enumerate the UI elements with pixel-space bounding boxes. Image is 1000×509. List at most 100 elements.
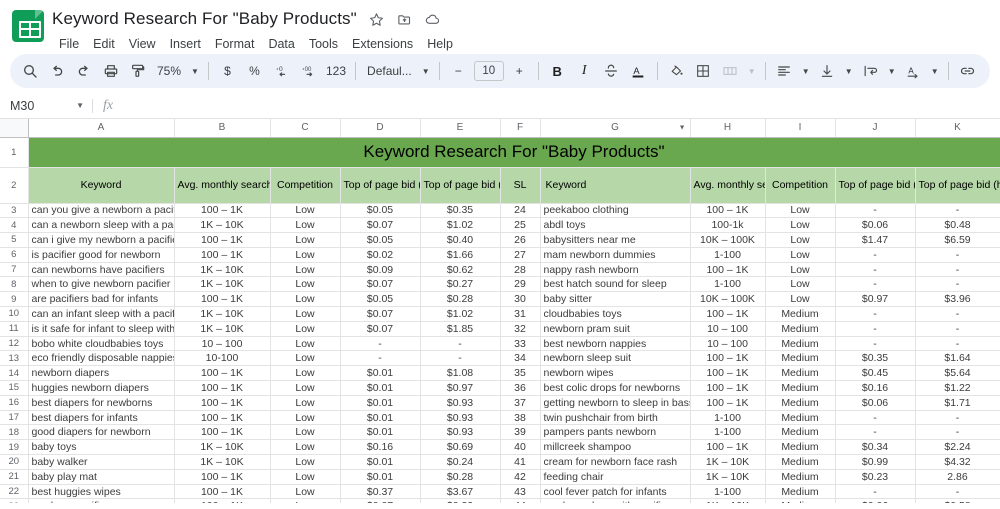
- cell-bid-low-right[interactable]: -: [835, 307, 915, 322]
- cell-bid-high-left[interactable]: $1.66: [420, 247, 500, 262]
- cell-sl[interactable]: 24: [500, 203, 540, 218]
- cell-bid-low-right[interactable]: $0.06: [835, 499, 915, 503]
- cell-bid-low-left[interactable]: $0.07: [340, 307, 420, 322]
- valign-chevron-down-icon[interactable]: ▼: [841, 58, 857, 85]
- column-header-a[interactable]: A: [28, 119, 174, 137]
- cell-bid-high-left[interactable]: $0.27: [420, 277, 500, 292]
- header-bid-low-left[interactable]: Top of page bid (low range): [340, 167, 420, 203]
- table-row[interactable]: 7can newborns have pacifiers1K – 10KLow$…: [0, 262, 1000, 277]
- cell-keyword-left[interactable]: baby play mat: [28, 469, 174, 484]
- cell-avg-searches-left[interactable]: 10-100: [174, 351, 270, 366]
- cell-bid-low-right[interactable]: $0.35: [835, 351, 915, 366]
- header-keyword-left[interactable]: Keyword: [28, 167, 174, 203]
- cell-competition-right[interactable]: Medium: [765, 351, 835, 366]
- cell-avg-searches-left[interactable]: 100 – 1K: [174, 469, 270, 484]
- row-header-18[interactable]: 18: [0, 425, 28, 440]
- table-row[interactable]: 3can you give a newborn a pacifier100 – …: [0, 203, 1000, 218]
- cell-bid-low-left[interactable]: $0.01: [340, 381, 420, 396]
- header-competition-left[interactable]: Competition: [270, 167, 340, 203]
- header-avg-searches-right[interactable]: Avg. monthly searches: [690, 167, 765, 203]
- row-header-17[interactable]: 17: [0, 410, 28, 425]
- cell-competition-left[interactable]: Low: [270, 455, 340, 470]
- percent-format-button[interactable]: %: [241, 58, 268, 85]
- cell-avg-searches-left[interactable]: 100 – 1K: [174, 247, 270, 262]
- cell-bid-low-right[interactable]: -: [835, 262, 915, 277]
- row-header-7[interactable]: 7: [0, 262, 28, 277]
- row-header-21[interactable]: 21: [0, 469, 28, 484]
- cell-competition-left[interactable]: Low: [270, 307, 340, 322]
- spreadsheet-grid[interactable]: A B C D E F G▼ H I J K 1 Keyword Researc…: [0, 119, 1000, 503]
- cell-sl[interactable]: 39: [500, 425, 540, 440]
- cell-sl[interactable]: 29: [500, 277, 540, 292]
- cell-keyword-left[interactable]: can newborns have pacifiers: [28, 262, 174, 277]
- table-row[interactable]: 9are pacifiers bad for infants100 – 1KLo…: [0, 292, 1000, 307]
- row-header-9[interactable]: 9: [0, 292, 28, 307]
- cell-avg-searches-right[interactable]: 100 – 1K: [690, 203, 765, 218]
- table-row[interactable]: 18good diapers for newborn100 – 1KLow$0.…: [0, 425, 1000, 440]
- zoom-chevron-down-icon[interactable]: ▼: [187, 58, 203, 85]
- rotation-chevron-down-icon[interactable]: ▼: [927, 58, 943, 85]
- cell-avg-searches-right[interactable]: 100 – 1K: [690, 381, 765, 396]
- cell-competition-left[interactable]: Low: [270, 321, 340, 336]
- row-header-6[interactable]: 6: [0, 247, 28, 262]
- row-header-3[interactable]: 3: [0, 203, 28, 218]
- cell-keyword-right[interactable]: abdl toys: [540, 218, 690, 233]
- cell-avg-searches-right[interactable]: 1K – 10K: [690, 455, 765, 470]
- row-header-10[interactable]: 10: [0, 307, 28, 322]
- menu-tools[interactable]: Tools: [302, 35, 345, 53]
- font-chevron-down-icon[interactable]: ▼: [418, 58, 434, 85]
- menu-extensions[interactable]: Extensions: [345, 35, 420, 53]
- cell-bid-high-right[interactable]: 2.86: [915, 469, 1000, 484]
- cell-bid-high-left[interactable]: -: [420, 351, 500, 366]
- cell-avg-searches-right[interactable]: 1K – 10K: [690, 499, 765, 503]
- cell-bid-low-right[interactable]: -: [835, 410, 915, 425]
- cell-sl[interactable]: 36: [500, 381, 540, 396]
- cell-keyword-right[interactable]: newborn pram suit: [540, 321, 690, 336]
- cell-sl[interactable]: 38: [500, 410, 540, 425]
- cell-avg-searches-left[interactable]: 1K – 10K: [174, 307, 270, 322]
- cell-competition-left[interactable]: Low: [270, 484, 340, 499]
- row-header-12[interactable]: 12: [0, 336, 28, 351]
- cell-sl[interactable]: 34: [500, 351, 540, 366]
- fill-color-icon[interactable]: [663, 58, 690, 85]
- cell-bid-high-left[interactable]: $0.28: [420, 469, 500, 484]
- vertical-align-icon[interactable]: [814, 58, 841, 85]
- star-icon[interactable]: [368, 11, 385, 28]
- cell-bid-high-right[interactable]: $0.58: [915, 499, 1000, 503]
- table-row[interactable]: 19baby toys1K – 10KLow$0.16$0.6940millcr…: [0, 440, 1000, 455]
- row-header-5[interactable]: 5: [0, 233, 28, 248]
- cell-competition-right[interactable]: Low: [765, 247, 835, 262]
- cell-bid-low-left[interactable]: $0.05: [340, 233, 420, 248]
- cell-bid-low-left[interactable]: $0.07: [340, 218, 420, 233]
- cell-keyword-right[interactable]: nappy rash newborn: [540, 262, 690, 277]
- cell-sl[interactable]: 42: [500, 469, 540, 484]
- cell-keyword-right[interactable]: best colic drops for newborns: [540, 381, 690, 396]
- cell-avg-searches-left[interactable]: 100 – 1K: [174, 381, 270, 396]
- strikethrough-icon[interactable]: [598, 58, 625, 85]
- table-row[interactable]: 14newborn diapers100 – 1KLow$0.01$1.0835…: [0, 366, 1000, 381]
- cell-bid-low-left[interactable]: -: [340, 351, 420, 366]
- table-row[interactable]: 15huggies newborn diapers100 – 1KLow$0.0…: [0, 381, 1000, 396]
- cell-avg-searches-right[interactable]: 10 – 100: [690, 336, 765, 351]
- cell-competition-right[interactable]: Medium: [765, 336, 835, 351]
- cell-bid-high-left[interactable]: $1.02: [420, 307, 500, 322]
- cell-competition-left[interactable]: Low: [270, 366, 340, 381]
- cell-keyword-left[interactable]: can an infant sleep with a pacifier: [28, 307, 174, 322]
- cell-competition-right[interactable]: Low: [765, 277, 835, 292]
- cell-keyword-left[interactable]: is it safe for infant to sleep with paci…: [28, 321, 174, 336]
- cell-bid-low-right[interactable]: $0.97: [835, 292, 915, 307]
- table-row[interactable]: 10can an infant sleep with a pacifier1K …: [0, 307, 1000, 322]
- font-size-input[interactable]: 10: [474, 61, 504, 81]
- cell-keyword-right[interactable]: cloudbabies toys: [540, 307, 690, 322]
- cell-avg-searches-left[interactable]: 100 – 1K: [174, 484, 270, 499]
- cell-competition-left[interactable]: Low: [270, 277, 340, 292]
- table-row[interactable]: 12bobo white cloudbabies toys10 – 100Low…: [0, 336, 1000, 351]
- column-header-g[interactable]: G▼: [540, 119, 690, 137]
- currency-format-button[interactable]: $: [214, 58, 241, 85]
- header-bid-high-left[interactable]: Top of page bid (high range): [420, 167, 500, 203]
- cell-avg-searches-left[interactable]: 1K – 10K: [174, 262, 270, 277]
- cell-bid-high-right[interactable]: -: [915, 336, 1000, 351]
- cell-keyword-right[interactable]: best hatch sound for sleep: [540, 277, 690, 292]
- cell-bid-low-right[interactable]: -: [835, 484, 915, 499]
- cell-competition-right[interactable]: Low: [765, 292, 835, 307]
